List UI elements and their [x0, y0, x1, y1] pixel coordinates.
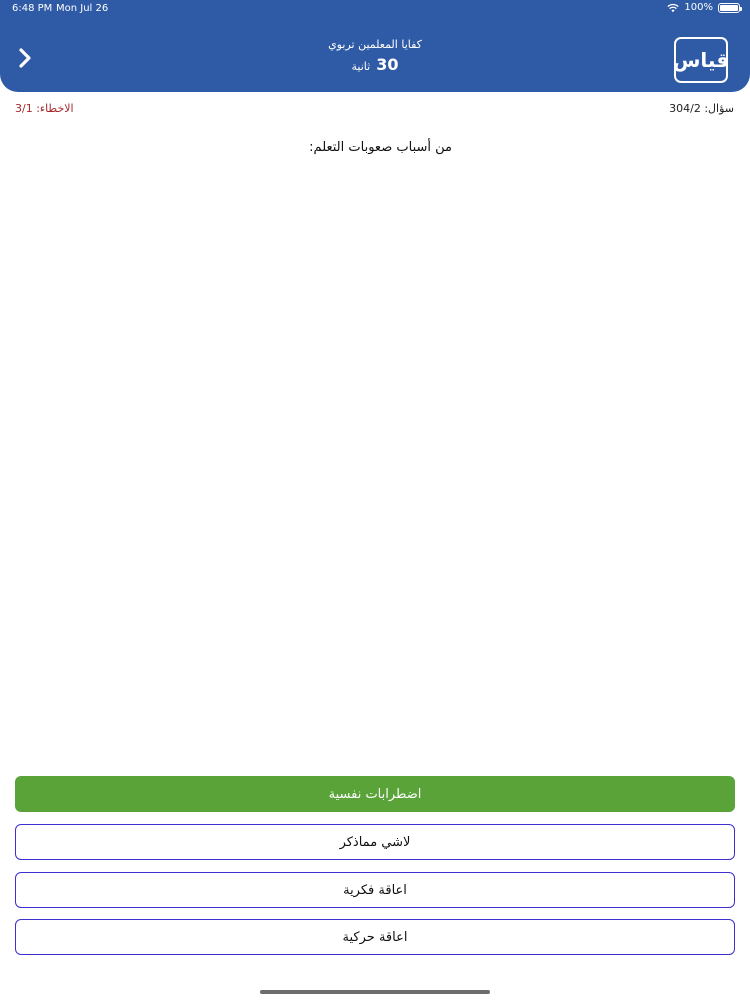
answer-option-3[interactable]: اعاقة فكرية — [15, 872, 735, 908]
timer: ثانية 30 — [230, 55, 520, 74]
battery-icon — [718, 2, 742, 13]
answer-option-1[interactable]: اضطرابات نفسية — [15, 776, 735, 812]
answer-label: اعاقة حركية — [342, 929, 408, 945]
qiyas-logo: قياس — [672, 37, 730, 83]
app-header: 6:48 PM Mon Jul 26 100% كفايا المعلمين ت… — [0, 0, 750, 92]
chevron-right-icon — [19, 48, 31, 68]
header-center: كفايا المعلمين تربوي ثانية 30 — [230, 38, 520, 74]
timer-value: 30 — [376, 55, 399, 74]
answer-label: اضطرابات نفسية — [328, 786, 422, 802]
home-indicator[interactable] — [260, 990, 490, 994]
battery-percentage: 100% — [684, 2, 713, 13]
status-indicators: 100% — [667, 2, 742, 13]
question-counter: سؤال: 304/2 — [669, 102, 734, 115]
answer-label: لاشي مماذكر — [339, 834, 411, 850]
timer-unit: ثانية — [351, 60, 371, 73]
quiz-title: كفايا المعلمين تربوي — [328, 38, 422, 51]
wifi-icon — [667, 3, 680, 12]
answer-label: اعاقة فكرية — [343, 882, 407, 898]
status-bar: 6:48 PM Mon Jul 26 100% — [0, 0, 750, 20]
status-time: 6:48 PM — [12, 3, 53, 14]
errors-count: الاخطاء: 3/1 — [15, 102, 74, 115]
answer-option-2[interactable]: لاشي مماذكر — [15, 824, 735, 860]
logo-text: قياس — [672, 48, 730, 72]
quiz-meta: الاخطاء: 3/1 سؤال: 304/2 — [0, 100, 750, 118]
back-button[interactable] — [12, 44, 38, 72]
question-text: من أسباب صعوبات التعلم: — [309, 140, 452, 155]
answer-option-4[interactable]: اعاقة حركية — [15, 919, 735, 955]
status-date: Mon Jul 26 — [56, 3, 109, 14]
